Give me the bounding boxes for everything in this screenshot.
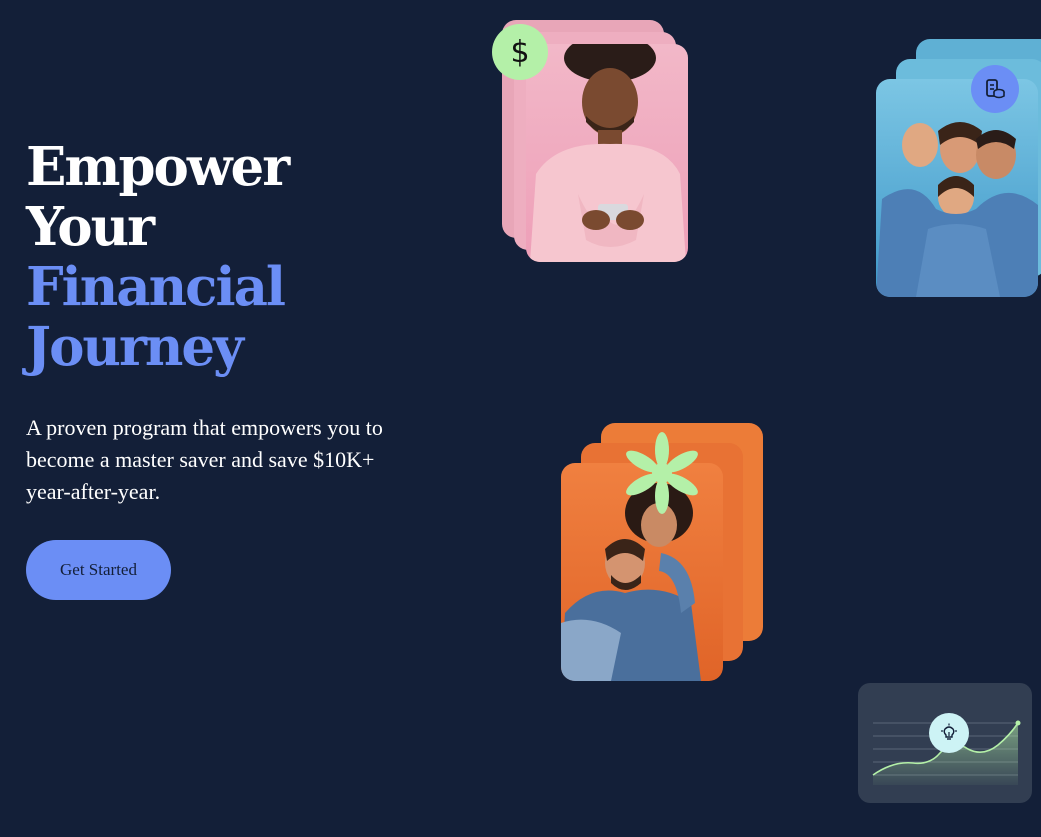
hero-title-line-3: Financial (26, 256, 286, 318)
get-started-button[interactable]: Get Started (26, 540, 171, 600)
man-photo-illustration (530, 44, 686, 262)
family-laughing-photo (876, 79, 1038, 297)
coins-stack-glyph (986, 79, 1005, 99)
coins-stack-icon (971, 65, 1019, 113)
hero-page: Empower Your Financial Journey A proven … (0, 0, 1041, 837)
asterisk-icon (622, 432, 702, 514)
family-photo-illustration (876, 122, 1038, 297)
man-smiling-at-phone-photo (526, 44, 688, 262)
hero-title: Empower Your Financial Journey (26, 136, 290, 378)
lightbulb-glyph (941, 723, 957, 740)
hero-title-line-2: Your (26, 196, 155, 258)
lightbulb-icon (929, 713, 969, 753)
hero-title-line-4: Journey (26, 316, 244, 378)
hero-title-line-1: Empower (26, 136, 290, 198)
dollar-icon: $ (492, 24, 548, 80)
asterisk-glyph (626, 432, 698, 514)
hero-description: A proven program that empowers you to be… (26, 415, 383, 504)
